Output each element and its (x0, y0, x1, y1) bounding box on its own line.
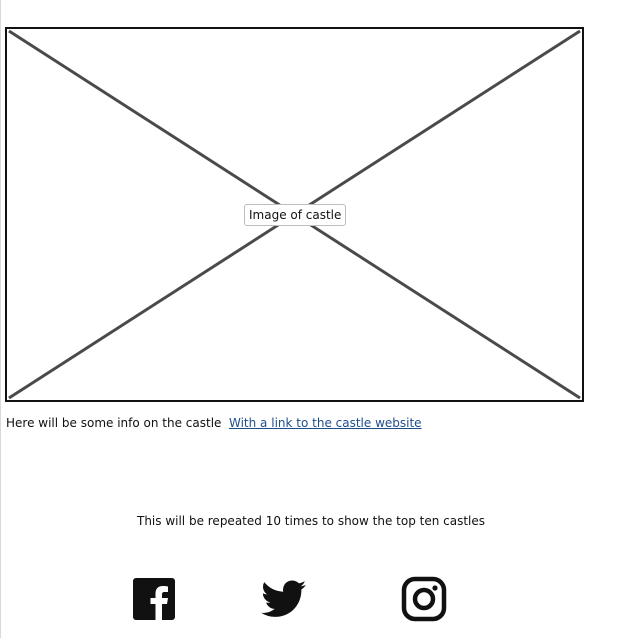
twitter-link[interactable] (261, 576, 307, 622)
facebook-icon (133, 578, 175, 620)
castle-info-text: Here will be some info on the castle (6, 416, 222, 430)
repeat-note: This will be repeated 10 times to show t… (136, 514, 486, 528)
page-edge-divider (0, 0, 1, 638)
facebook-link[interactable] (131, 576, 177, 622)
twitter-icon (261, 580, 307, 617)
castle-info-row: Here will be some info on the castle Wit… (6, 414, 422, 432)
castle-website-link[interactable]: With a link to the castle website (229, 414, 422, 432)
instagram-icon (401, 576, 447, 622)
instagram-link[interactable] (401, 576, 447, 622)
image-caption: Image of castle (244, 204, 347, 226)
